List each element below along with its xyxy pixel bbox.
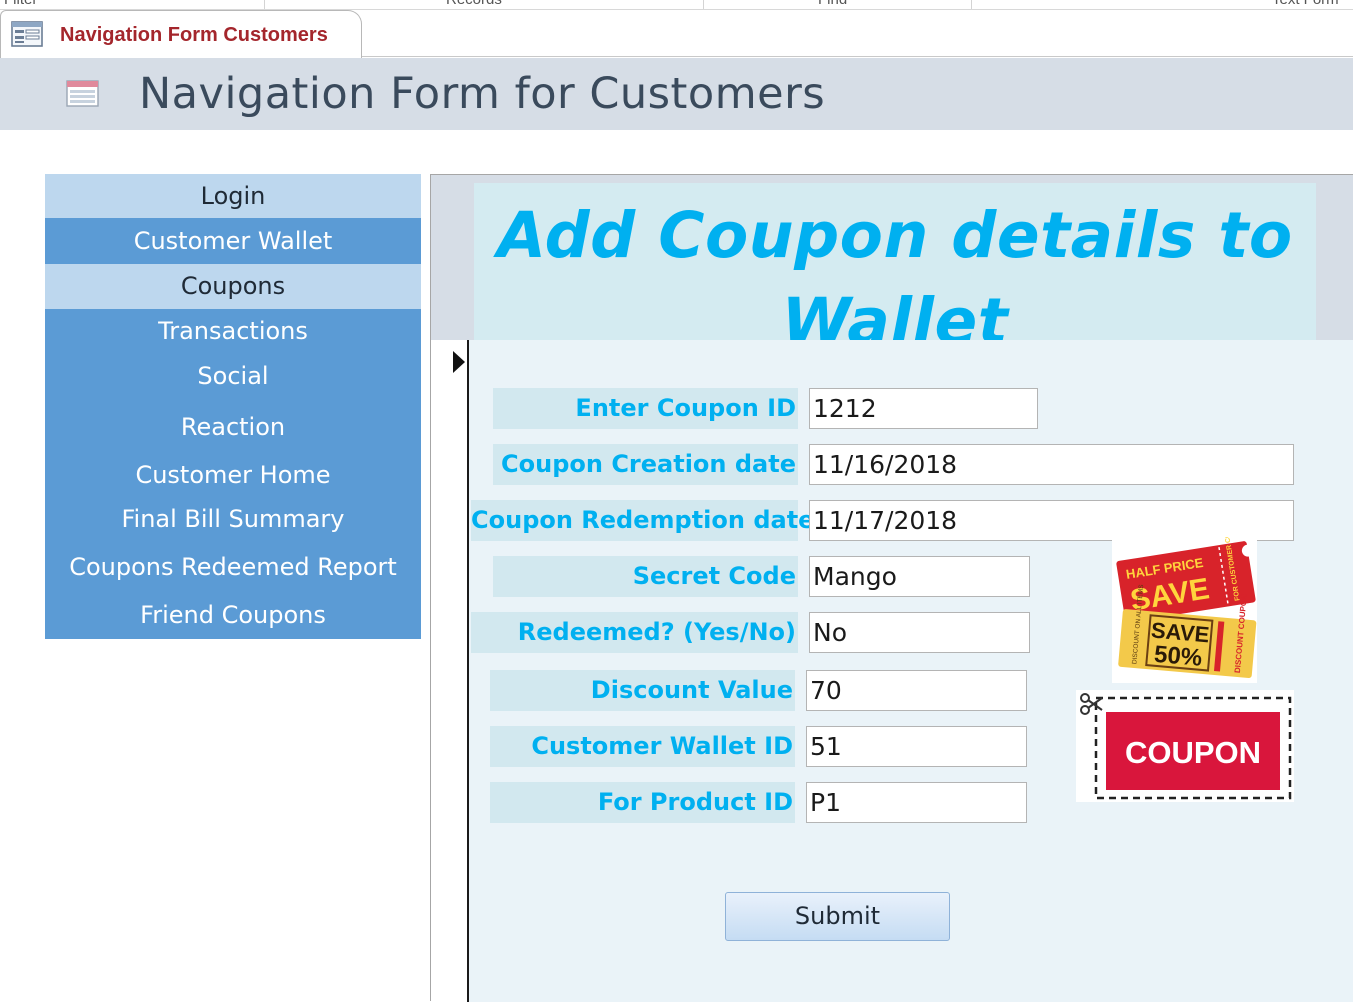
record-selector[interactable] [431,340,469,1002]
document-tab[interactable]: Navigation Form Customers [0,10,362,58]
form-title: Navigation Form for Customers [139,69,826,119]
current-record-arrow-icon [453,351,465,373]
ribbon-remnant: Filter Records Find Text Form [0,0,1353,10]
nav-item-login[interactable]: Login [45,174,421,218]
field-secret-code[interactable]: Mango [809,556,1030,597]
ribbon-divider [703,0,704,9]
form-header-icon [66,80,99,107]
subform-header: Add Coupon details to Wallet [431,175,1353,358]
ribbon-group-filter: Filter [4,0,37,8]
ribbon-group-find: Find [818,0,847,8]
field-coupon-redemption-date[interactable]: 11/17/2018 [809,500,1294,541]
label-coupon-creation-date: Coupon Creation date [493,444,798,485]
ribbon-group-text-form: Text Form [1272,0,1339,8]
nav-item-customer-home[interactable]: Customer Home [45,452,421,498]
nav-item-social[interactable]: Social [45,354,421,399]
field-coupon-id[interactable]: 1212 [809,388,1038,429]
ribbon-divider [971,0,972,9]
subform-title-line1: Add Coupon details to [497,199,1293,272]
save-coupons-graphic: HALF PRICE SAVE FOR CUSTOMER COUPON DISC… [1116,512,1257,679]
save-50-line2-text: 50% [1153,641,1203,672]
ribbon-divider [264,0,265,9]
nav-item-final-bill-summary[interactable]: Final Bill Summary [45,496,421,542]
coupon-label-text: COUPON [1125,735,1261,770]
coupon-image: COUPON [1076,690,1294,802]
label-secret-code: Secret Code [493,556,798,597]
subform-title-box: Add Coupon details to Wallet [474,183,1316,358]
nav-item-friend-coupons[interactable]: Friend Coupons [45,592,421,638]
document-tab-bar: Navigation Form Customers [0,10,1353,58]
label-product-id: For Product ID [490,782,795,823]
navigation-menu: Login Customer Wallet Coupons Transactio… [45,174,421,639]
nav-item-transactions[interactable]: Transactions [45,309,421,354]
label-coupon-id: Enter Coupon ID [493,388,798,429]
nav-item-coupons[interactable]: Coupons [45,264,421,309]
form-icon [11,21,43,47]
coupon-graphic: COUPON [1080,693,1292,800]
nav-item-coupons-redeemed-report[interactable]: Coupons Redeemed Report [45,544,421,590]
field-coupon-creation-date[interactable]: 11/16/2018 [809,444,1294,485]
label-discount-value: Discount Value [490,670,795,711]
field-discount-value[interactable]: 70 [806,670,1027,711]
label-redeemed: Redeemed? (Yes/No) [471,612,798,653]
submit-button[interactable]: Submit [725,892,950,941]
nav-item-customer-wallet[interactable]: Customer Wallet [45,218,421,264]
field-customer-wallet-id[interactable]: 51 [806,726,1027,767]
ribbon-group-records: Records [446,0,502,8]
form-header: Navigation Form for Customers [0,58,1353,130]
label-coupon-redemption-date: Coupon Redemption date [471,500,814,541]
half-price-save-image: HALF PRICE SAVE FOR CUSTOMER COUPON DISC… [1112,512,1257,683]
field-redeemed[interactable]: No [809,612,1030,653]
nav-item-reaction[interactable]: Reaction [45,404,421,450]
document-tab-title: Navigation Form Customers [60,24,328,46]
field-product-id[interactable]: P1 [806,782,1027,823]
label-customer-wallet-id: Customer Wallet ID [490,726,795,767]
